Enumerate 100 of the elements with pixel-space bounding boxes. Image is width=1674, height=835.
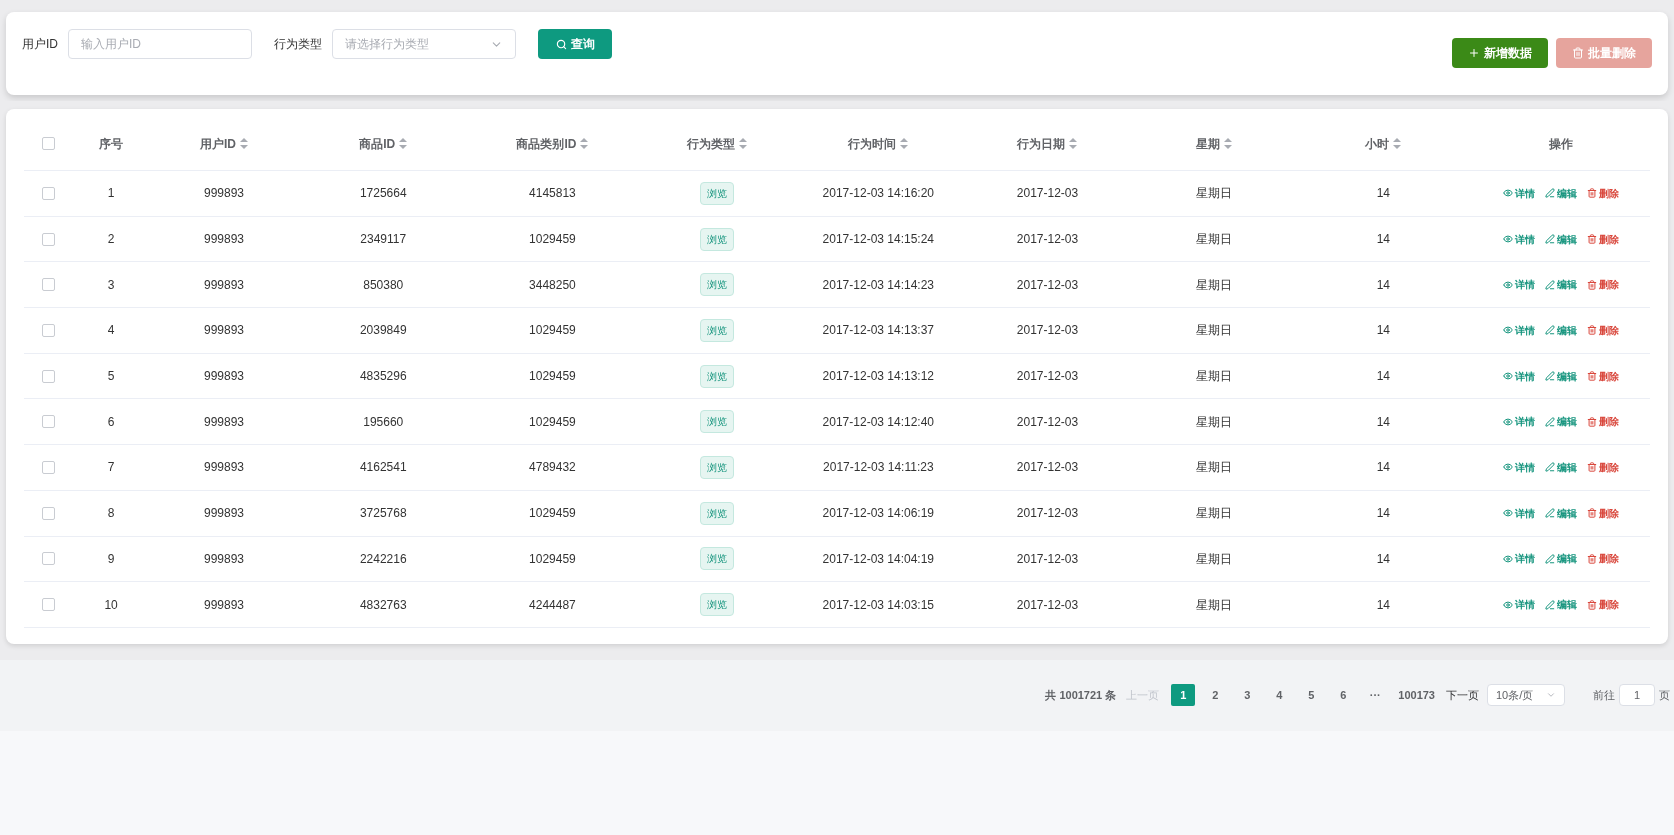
delete-link[interactable]: 删除 [1587,368,1620,384]
table-cell-text: 4162541 [359,459,407,477]
search-button[interactable]: 查询 [538,29,612,59]
page-size-select[interactable]: 10条/页 [1487,684,1565,707]
edit-link[interactable]: 编辑 [1545,551,1578,567]
view-link[interactable]: 详情 [1503,597,1536,613]
edit-link[interactable]: 编辑 [1545,277,1578,293]
table-cell-text: 4835296 [359,368,407,386]
checkbox[interactable] [41,506,55,520]
table-cell-text: 1029459 [529,413,576,431]
view-link[interactable]: 详情 [1503,551,1536,567]
checkbox[interactable] [41,323,55,337]
table-cell-text: 2017-12-03 [1016,185,1079,203]
delete-link[interactable]: 删除 [1587,322,1620,338]
edit-link[interactable]: 编辑 [1545,459,1578,475]
delete-link[interactable]: 删除 [1587,277,1620,293]
sort-icon[interactable] [580,138,589,149]
next-page-button[interactable]: 下一页 [1446,687,1479,704]
sort-icon[interactable] [1224,138,1233,149]
edit-link[interactable]: 编辑 [1545,322,1578,338]
table-cell-text: 8 [107,505,115,523]
view-link[interactable]: 详情 [1503,231,1536,247]
sort-icon[interactable] [900,138,909,149]
table-cell-text: 14 [1376,276,1390,294]
page-button[interactable]: 3 [1235,684,1260,707]
table-cell-text: 999893 [204,276,245,294]
eye-icon [1503,599,1514,610]
checkbox[interactable] [41,415,55,429]
checkbox[interactable] [41,137,55,150]
edit-link[interactable]: 编辑 [1545,597,1578,613]
eye-icon [1503,416,1514,427]
view-link[interactable]: 详情 [1503,185,1536,201]
delete-link[interactable]: 删除 [1587,551,1620,567]
sort-icon[interactable] [240,138,248,149]
table-cell-text: 999893 [204,368,245,386]
delete-link[interactable]: 删除 [1587,459,1620,475]
add-button[interactable]: 新增数据 [1452,38,1548,68]
page-button[interactable]: 2 [1203,684,1228,707]
input-field[interactable]: 输入用户ID [68,29,252,59]
page-button[interactable]: 6 [1331,684,1356,707]
edit-link[interactable]: 编辑 [1545,368,1578,384]
delete-link[interactable]: 删除 [1587,185,1620,201]
table-cell-text: 999893 [204,322,245,340]
pen-icon [1545,553,1556,564]
checkbox[interactable] [41,278,55,292]
goto-label: 前往 [1593,688,1615,704]
page-button[interactable]: 1 [1171,684,1196,707]
edit-link[interactable]: 编辑 [1545,231,1578,247]
pen-icon [1545,508,1556,519]
select-field[interactable]: 请选择行为类型 [332,29,516,59]
edit-link[interactable]: 编辑 [1545,414,1578,430]
sort-icon[interactable] [1393,138,1402,149]
page-button[interactable]: 100173 [1395,684,1438,707]
trash-icon [1587,188,1598,199]
checkbox[interactable] [41,460,55,474]
delete-link[interactable]: 删除 [1587,414,1620,430]
sort-icon[interactable] [1069,138,1078,149]
table-cell-text: 2017-12-03 14:06:19 [822,505,935,523]
sort-icon[interactable] [738,138,747,149]
table-cell-text: 1029459 [529,505,576,523]
checkbox[interactable] [41,552,55,566]
edit-link[interactable]: 编辑 [1545,505,1578,521]
column-header: 商品类别ID [516,135,577,153]
delete-link[interactable]: 删除 [1587,597,1620,613]
table-cell-text: 2017-12-03 14:13:37 [822,322,935,340]
view-link[interactable]: 详情 [1503,505,1536,521]
column-header: 星期 [1196,135,1221,153]
table-cell-text: 1029459 [529,231,576,249]
view-link[interactable]: 详情 [1503,414,1536,430]
table-cell-text: 1029459 [529,368,576,386]
table-cell-text: 14 [1376,596,1390,614]
checkbox[interactable] [41,598,55,612]
table-cell-text: 7 [107,459,115,477]
checkbox[interactable] [41,232,55,246]
sort-icon[interactable] [399,138,408,149]
checkbox[interactable] [41,369,55,383]
table-cell-text: 星期日 [1196,550,1233,568]
edit-link[interactable]: 编辑 [1545,185,1578,201]
view-link[interactable]: 详情 [1503,277,1536,293]
delete-link[interactable]: 删除 [1587,231,1620,247]
table-cell-text: 星期日 [1196,322,1233,340]
delete-link[interactable]: 删除 [1587,505,1620,521]
table-cell-text: 1 [107,185,115,203]
table-cell-text: 2017-12-03 [1016,276,1079,294]
view-link[interactable]: 详情 [1503,322,1536,338]
trash-icon [1587,416,1598,427]
view-link[interactable]: 详情 [1503,459,1536,475]
total-count: 共 1001721 条 [1045,688,1117,704]
checkbox[interactable] [41,186,55,200]
page-input[interactable]: 1 [1619,684,1655,707]
behavior-tag: 浏览 [699,364,734,388]
table-cell-text: 2017-12-03 [1016,231,1079,249]
table-cell-text: 2017-12-03 [1016,322,1079,340]
table-cell-text: 2017-12-03 14:03:15 [822,596,935,614]
eye-icon [1503,188,1514,199]
trash-icon [1587,325,1598,336]
page-button[interactable]: ··· [1363,684,1388,707]
page-button[interactable]: 4 [1267,684,1292,707]
page-button[interactable]: 5 [1299,684,1324,707]
view-link[interactable]: 详情 [1503,368,1536,384]
